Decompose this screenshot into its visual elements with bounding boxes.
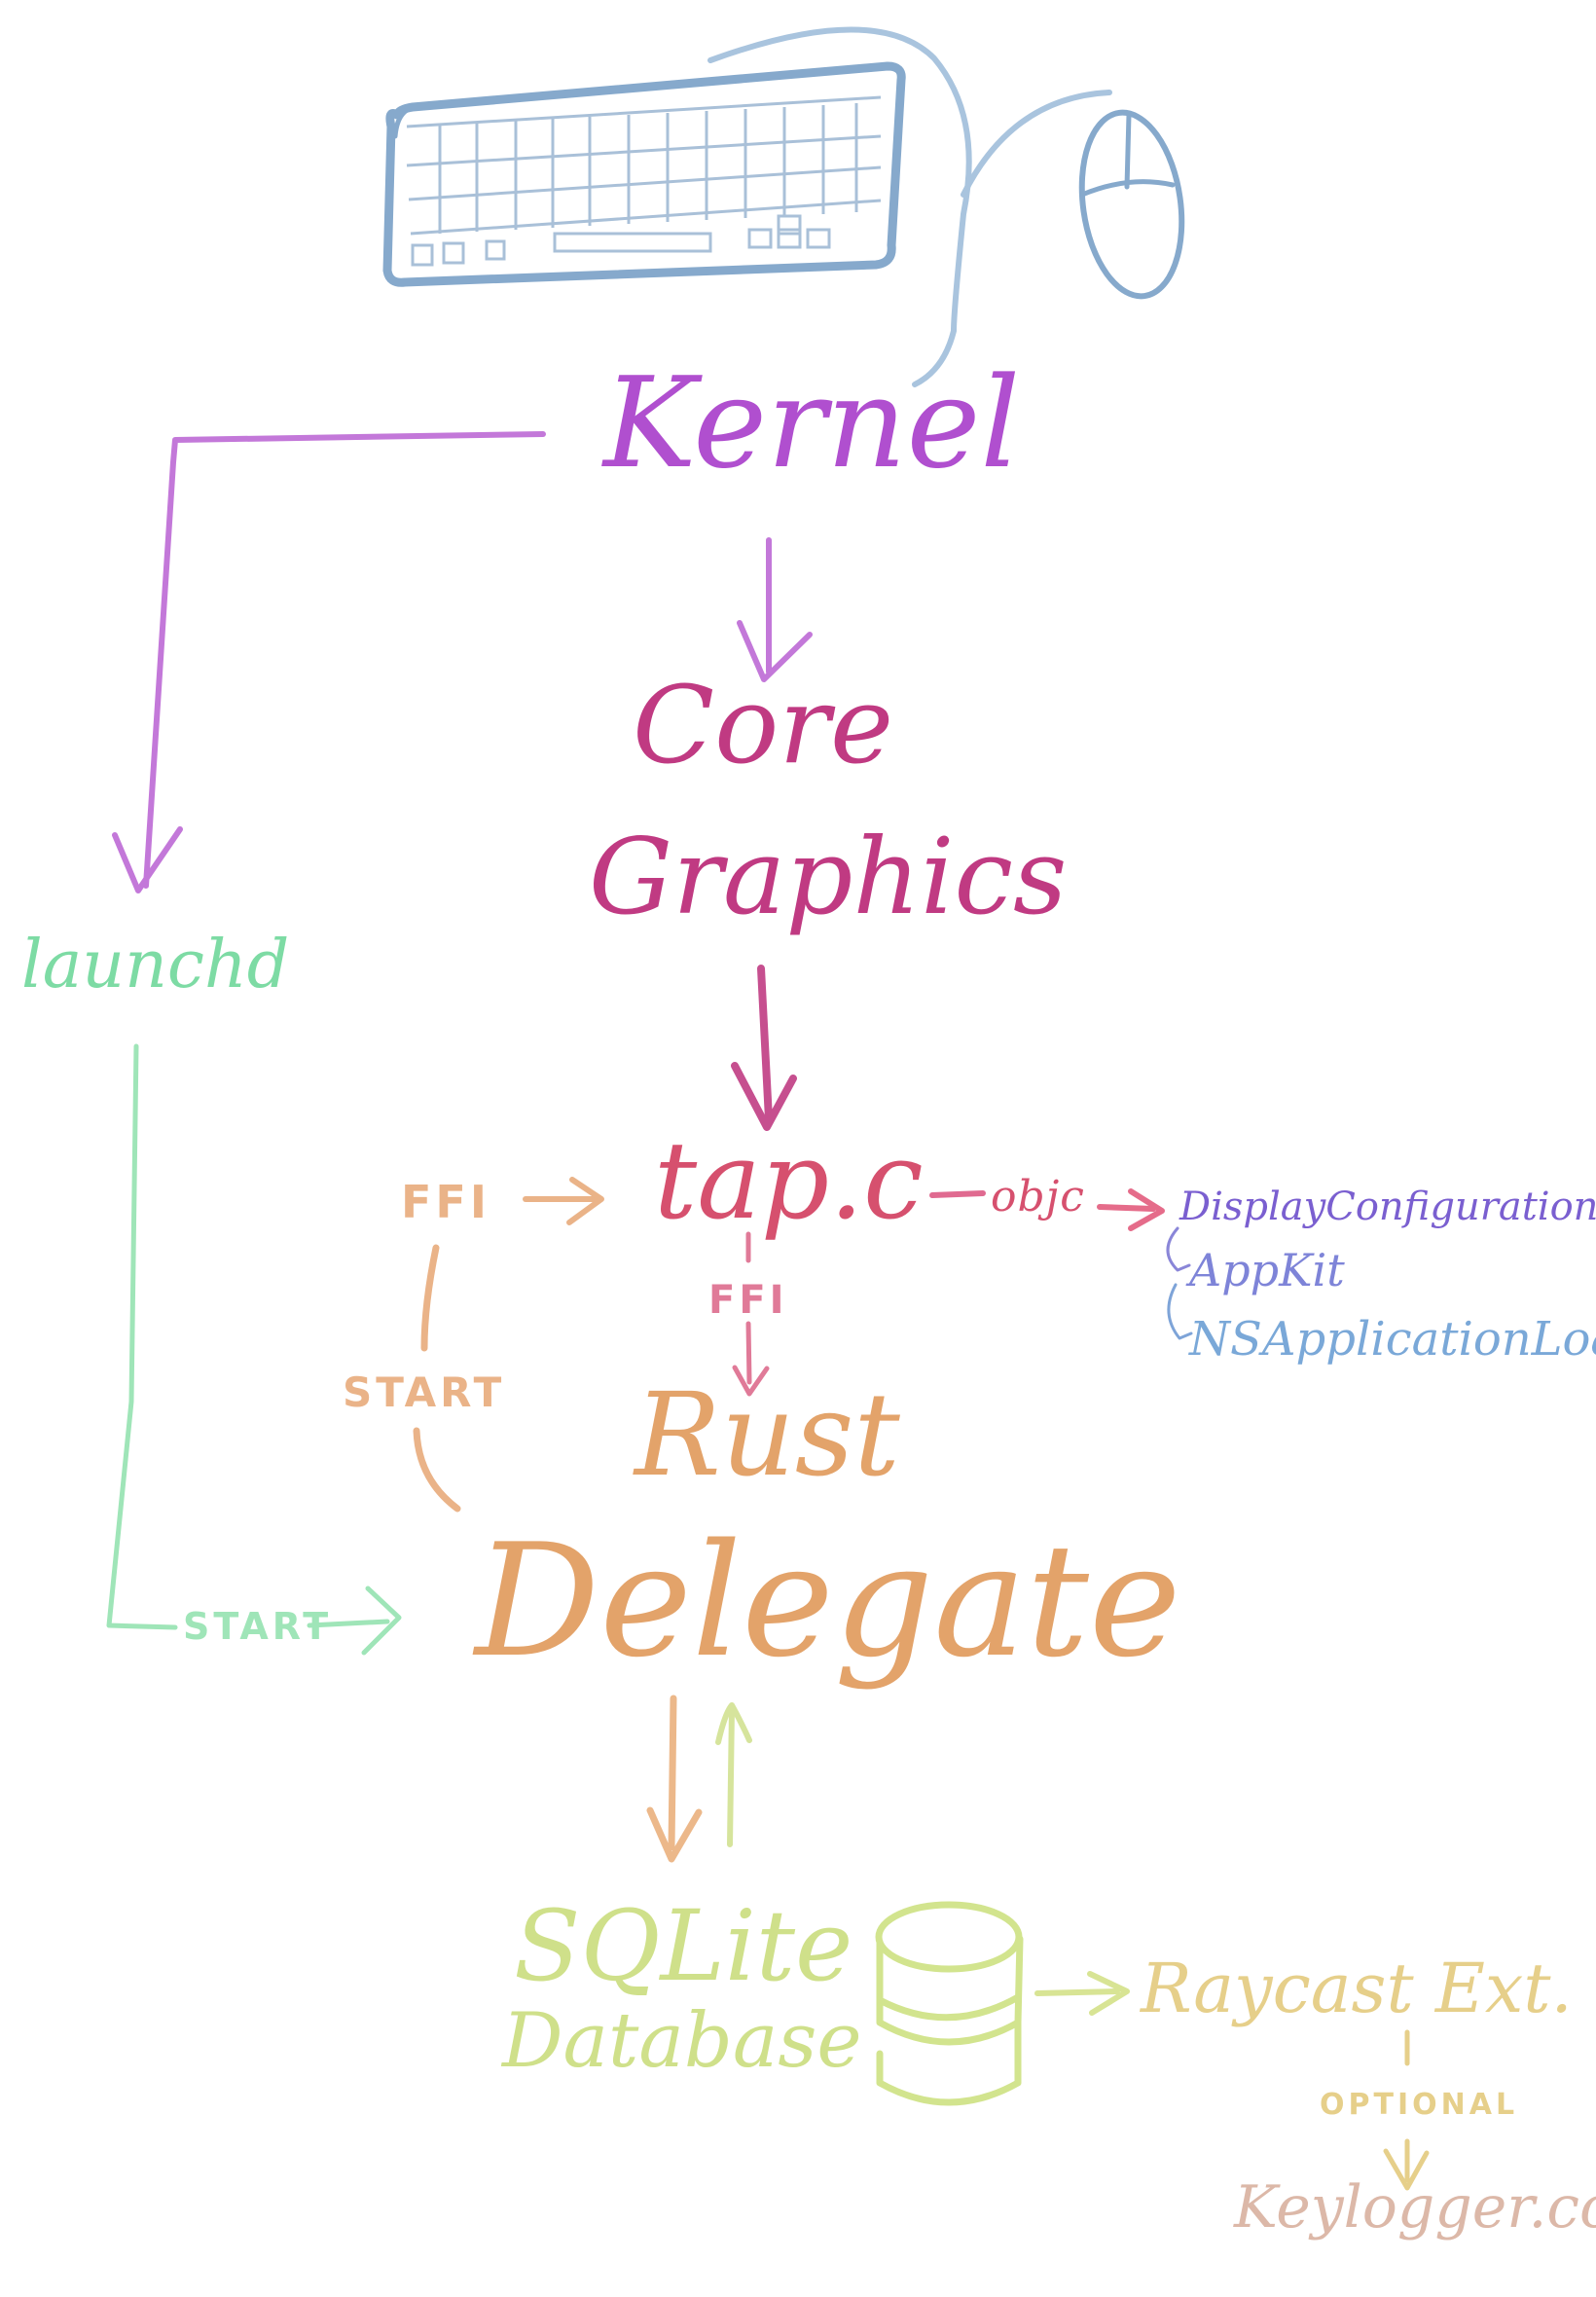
- edge-db-raycast: [1034, 1988, 1120, 1996]
- edge-objc-displayconfig: [1097, 1204, 1156, 1212]
- node-rust: Rust: [635, 1367, 900, 1502]
- node-ns-application-load: NSApplicationLoad: [1189, 1312, 1596, 1367]
- edge-start-loop: [420, 1244, 440, 1352]
- label-ffi-tap-to-rust: FFI: [708, 1278, 788, 1323]
- edge-kernel-launchd: [143, 431, 546, 889]
- node-launchd: launchd: [21, 927, 290, 1003]
- edge-delegate-sqlite: [668, 1695, 677, 1851]
- node-appkit: AppKit: [1189, 1244, 1345, 1296]
- label-optional: OPTIONAL: [1320, 2088, 1519, 2122]
- keyboard-cable: [707, 26, 972, 387]
- edge-launchd-delegate: [106, 1043, 178, 1630]
- node-sqlite-line2: Database: [502, 1997, 862, 2085]
- node-tap-c: tap.c: [654, 1118, 924, 1243]
- edge-coregraphics-tapc: [757, 965, 773, 1123]
- label-start-loop: START: [343, 1368, 506, 1416]
- label-ffi-into-tap: FFI: [401, 1176, 490, 1228]
- label-start-launchd: START: [183, 1605, 333, 1648]
- database-cylinder-icon: [875, 1901, 1024, 2106]
- node-keylogger-cool: Keylogger.cool: [1234, 2173, 1596, 2242]
- node-sqlite-line1: SQLite: [514, 1889, 853, 2003]
- node-core-graphics-line2: Graphics: [589, 817, 1068, 938]
- label-objc: objc: [991, 1172, 1085, 1221]
- mouse-icon: [1078, 109, 1185, 300]
- edge-sqlite-delegate: [727, 1705, 735, 1847]
- node-raycast-ext: Raycast Ext.: [1141, 1949, 1573, 2028]
- node-kernel: Kernel: [603, 351, 1021, 496]
- node-core-graphics-line1: Core: [633, 663, 894, 787]
- keyboard-icon: [382, 61, 906, 287]
- node-delegate: Delegate: [475, 1510, 1181, 1692]
- node-display-configuration: DisplayConfiguration.m: [1179, 1185, 1596, 1229]
